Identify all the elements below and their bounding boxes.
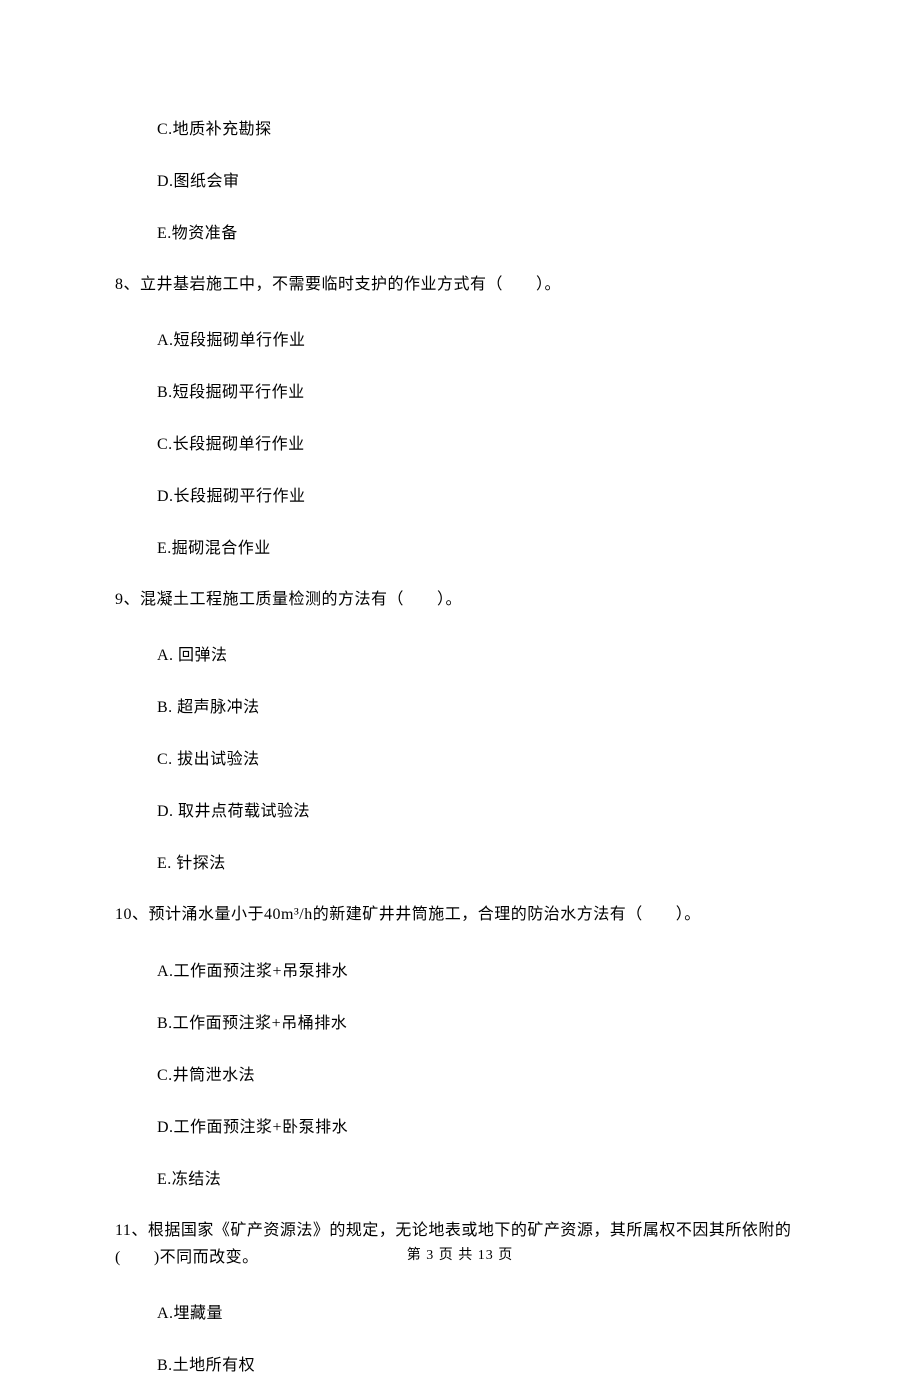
question-8-option-b: B.短段掘砌平行作业 — [157, 378, 805, 402]
question-9-option-c: C. 拔出试验法 — [157, 745, 805, 769]
question-8-option-d: D.长段掘砌平行作业 — [157, 482, 805, 506]
question-8-option-e: E.掘砌混合作业 — [157, 534, 805, 558]
option-e-top: E.物资准备 — [157, 219, 805, 243]
question-10-option-c: C.井筒泄水法 — [157, 1061, 805, 1085]
question-8-option-c: C.长段掘砌单行作业 — [157, 430, 805, 454]
question-8-option-a: A.短段掘砌单行作业 — [157, 326, 805, 350]
option-c-top: C.地质补充勘探 — [157, 115, 805, 139]
question-10-option-a: A.工作面预注浆+吊泵排水 — [157, 957, 805, 981]
question-9-option-d: D. 取井点荷载试验法 — [157, 797, 805, 821]
question-9-option-e: E. 针探法 — [157, 849, 805, 873]
question-10-option-d: D.工作面预注浆+卧泵排水 — [157, 1113, 805, 1137]
page-content: C.地质补充勘探 D.图纸会审 E.物资准备 8、立井基岩施工中，不需要临时支护… — [0, 0, 920, 1375]
question-9-stem: 9、混凝土工程施工质量检测的方法有（ ）。 — [115, 586, 805, 613]
question-10-stem: 10、预计涌水量小于40m³/h的新建矿井井筒施工，合理的防治水方法有（ ）。 — [115, 901, 805, 928]
option-d-top: D.图纸会审 — [157, 167, 805, 191]
question-11-option-b: B.土地所有权 — [157, 1351, 805, 1375]
question-9-option-b: B. 超声脉冲法 — [157, 693, 805, 717]
question-11-option-a: A.埋藏量 — [157, 1299, 805, 1323]
page-footer: 第 3 页 共 13 页 — [0, 1244, 920, 1264]
question-8-stem: 8、立井基岩施工中，不需要临时支护的作业方式有（ ）。 — [115, 271, 805, 298]
question-10-option-b: B.工作面预注浆+吊桶排水 — [157, 1009, 805, 1033]
question-9-option-a: A. 回弹法 — [157, 641, 805, 665]
question-10-option-e: E.冻结法 — [157, 1165, 805, 1189]
